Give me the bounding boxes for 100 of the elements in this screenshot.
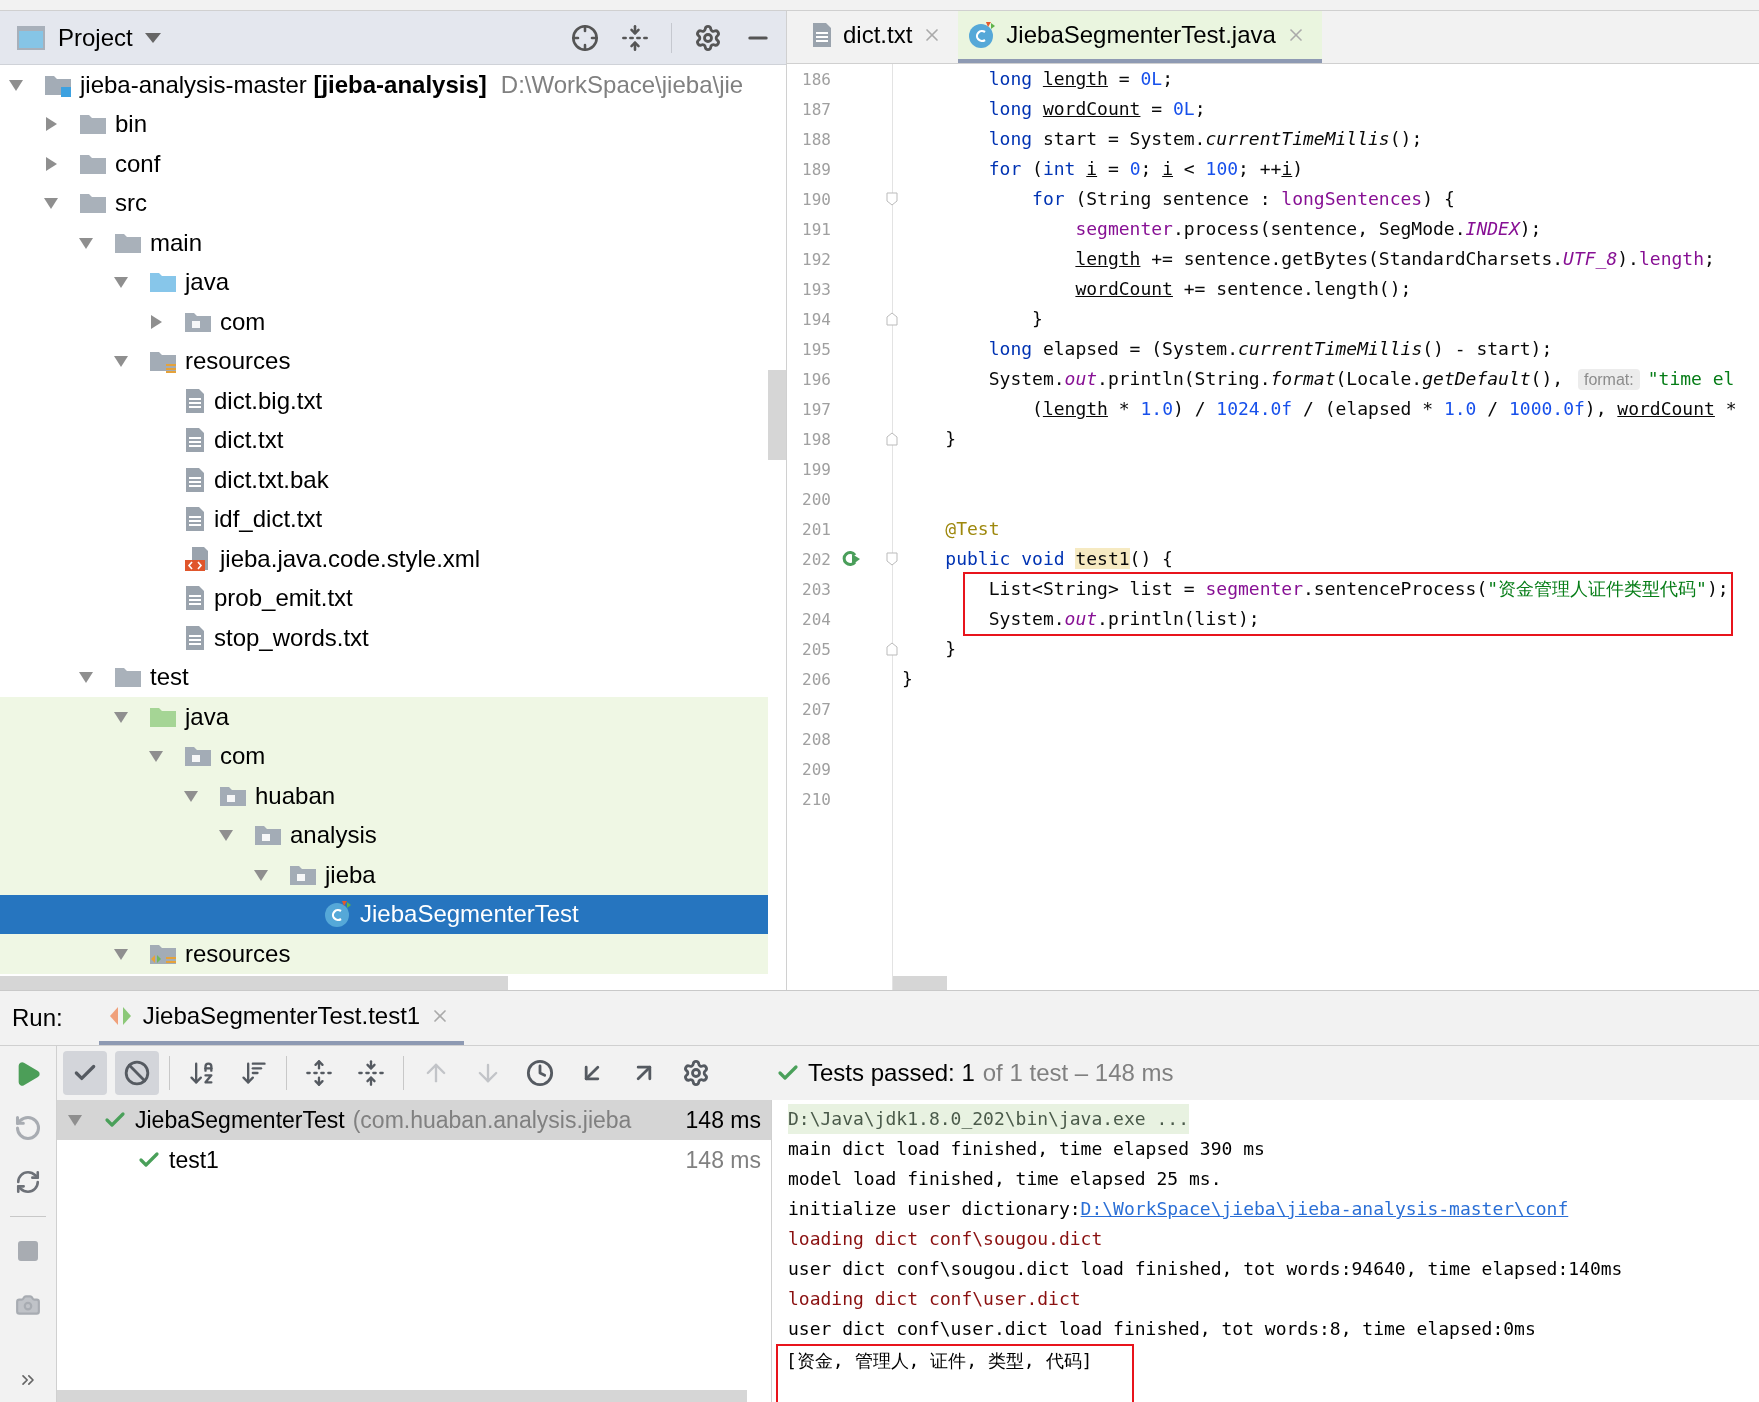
class-icon: [968, 21, 997, 49]
panel-label: Run:: [12, 1004, 63, 1032]
line-number: 203: [801, 579, 831, 599]
settings-icon[interactable]: [694, 23, 722, 52]
blocked-sign-icon: [124, 1060, 150, 1086]
code-line: }: [902, 667, 914, 691]
line-number: 186: [801, 69, 831, 89]
scrollbar-thumb[interactable]: [0, 976, 508, 990]
line-number: 193: [801, 279, 831, 299]
console-line: loading dict conf\user.dict: [788, 1287, 1081, 1311]
text-file-icon: [184, 466, 206, 493]
test-duration: 148 ms: [685, 1146, 761, 1174]
panel-title[interactable]: Project: [58, 23, 133, 52]
code-line: }: [1031, 307, 1044, 331]
code-line: wordCount += sentence.length();: [1074, 277, 1413, 301]
console-link[interactable]: D:\WorkSpace\jieba\jieba-analysis-master\conf: [1080, 1194, 1569, 1224]
fold-marker-icon[interactable]: [886, 552, 898, 566]
folder-icon: [79, 112, 107, 137]
line-number: 200: [801, 489, 831, 509]
blocked-sign-button[interactable]: [115, 1051, 159, 1095]
tree-item[interactable]: JiebaSegmenterTest: [0, 894, 768, 934]
code-line: long start = System.currentTimeMillis();: [987, 127, 1424, 151]
folder-icon: [184, 744, 212, 769]
line-number: 197: [801, 399, 831, 419]
check-button[interactable]: [63, 1051, 107, 1095]
code-line: System.out.println(list);: [987, 607, 1261, 631]
line-number: 191: [801, 219, 831, 239]
line-number: 188: [801, 129, 831, 149]
editor-tab[interactable]: JiebaSegmenterTest.java: [958, 11, 1322, 63]
dropdown-caret-icon[interactable]: [144, 32, 161, 43]
locate-icon[interactable]: [571, 23, 599, 52]
fold-marker-icon[interactable]: [886, 432, 898, 446]
expand-icon: [305, 1059, 333, 1087]
code-line: long length = 0L;: [987, 67, 1174, 91]
stop-icon: [16, 1239, 40, 1263]
code-line: }: [944, 637, 958, 661]
run-test-icon[interactable]: [841, 550, 861, 568]
caret-icon[interactable]: [148, 313, 164, 330]
code-line: long elapsed = (System.currentTimeMillis() - start);: [987, 337, 1554, 361]
line-number: 205: [801, 639, 831, 659]
code-line: (length * 1.0) / 1024.0f / (elapsed * 1.0 / 1000.0f), wordCount *: [1031, 397, 1738, 421]
line-number: 190: [801, 189, 831, 209]
code-line: length += sentence.getBytes(StandardCharsets.UTF_8).length;: [1074, 247, 1716, 271]
console-text: initialize user dictionary:: [788, 1197, 1081, 1221]
code-line: }: [944, 427, 958, 451]
folder-icon: [114, 665, 142, 690]
line-number: 202: [801, 549, 831, 569]
fold-marker-icon[interactable]: [886, 192, 898, 206]
tree-item[interactable]: com: [0, 736, 768, 776]
console-line: loading dict conf\sougou.dict: [788, 1227, 1103, 1251]
text-file-icon: [811, 22, 833, 48]
editor-tab[interactable]: dict.txt: [801, 11, 959, 63]
text-file-icon: [184, 506, 206, 533]
tree-item[interactable]: java: [0, 697, 768, 737]
rerun-icon: [14, 1114, 42, 1142]
folder-icon: [79, 191, 107, 216]
test-duration: 148 ms: [685, 1106, 761, 1134]
code-line: @Test: [944, 517, 1001, 541]
caret-icon[interactable]: [43, 155, 59, 172]
collapse-icon[interactable]: [621, 23, 649, 52]
code-line: public void test1() {: [944, 547, 1174, 571]
tree-item[interactable]: jieba: [0, 855, 768, 895]
window-icon: [16, 24, 46, 51]
test-tree-item[interactable]: JiebaSegmenterTest (com.huaban.analysis.jieba 148 ms: [57, 1100, 771, 1140]
scrollbar-thumb[interactable]: [768, 370, 786, 460]
test-summary: Tests passed: 1: [808, 1059, 975, 1087]
text-file-icon: [184, 624, 206, 651]
gear-icon: [682, 1059, 710, 1087]
text-file-icon: [184, 427, 206, 454]
tree-item[interactable]: huaban: [0, 776, 768, 816]
scrollbar-thumb[interactable]: [57, 1390, 747, 1402]
line-number: 210: [801, 789, 831, 809]
collapse-icon: [357, 1059, 385, 1087]
console-line: main dict load finished, time elapsed 390 ms: [788, 1137, 1265, 1161]
tree-item[interactable]: analysis: [0, 815, 768, 855]
fold-marker-icon[interactable]: [886, 312, 898, 326]
caret-icon[interactable]: [67, 1112, 83, 1128]
camera-icon: [15, 1292, 41, 1318]
item-path: D:\WorkSpace\jieba\jie: [500, 70, 744, 99]
fold-marker-icon[interactable]: [886, 642, 898, 656]
test-run-icon: [108, 1005, 133, 1027]
tree-item[interactable]: resources: [0, 934, 768, 974]
scrollbar-thumb[interactable]: [893, 976, 947, 990]
console-line: [资金, 管理人, 证件, 类型, 代码]: [786, 1349, 1093, 1373]
code-line: long wordCount = 0L;: [987, 97, 1207, 121]
test-package: (com.huaban.analysis.jieba: [352, 1106, 632, 1134]
line-number: 201: [801, 519, 831, 539]
test-name: JiebaSegmenterTest: [135, 1106, 345, 1134]
line-number: 198: [801, 429, 831, 449]
folder-icon: [149, 349, 177, 374]
caret-icon[interactable]: [43, 116, 59, 133]
code-line: List<String> list = segmenter.sentenceProcess("资金管理人证件类型代码");: [987, 577, 1730, 601]
line-number: 196: [801, 369, 831, 389]
run-tab[interactable]: JiebaSegmenterTest.test1: [98, 991, 465, 1045]
class-icon: [324, 900, 352, 929]
code-line: System.out.println(String.format(Locale.getDefault(), format: "time el: [987, 367, 1736, 392]
folder-icon: [254, 823, 282, 848]
line-number: 204: [801, 609, 831, 629]
console-line: user dict conf\user.dict load finished, tot words:8, time elapsed:0ms: [788, 1317, 1536, 1341]
text-file-icon: [184, 387, 206, 414]
